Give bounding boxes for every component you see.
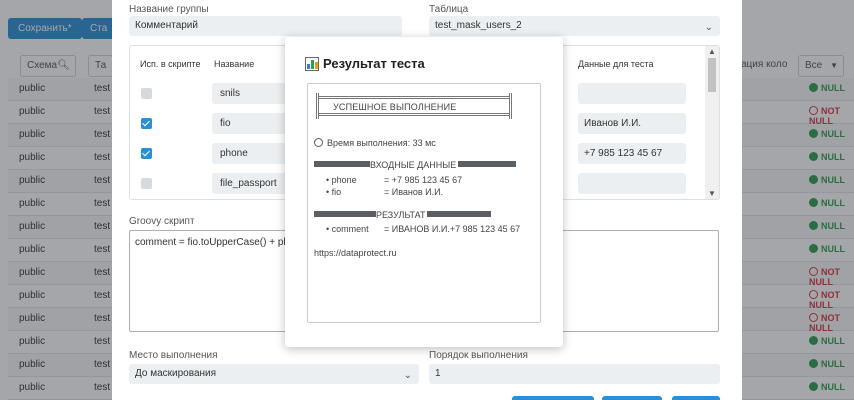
table-label: Таблица <box>429 4 469 15</box>
table-select-value: test_mask_users_2 <box>435 20 522 31</box>
use-in-script-checkbox[interactable] <box>141 118 152 129</box>
use-in-script-checkbox[interactable] <box>141 88 152 99</box>
exec-time-line: Время выполнения: 33 мс <box>314 138 436 148</box>
table-select[interactable]: test_mask_users_2 ⌄ <box>429 16 720 36</box>
exec-place-select[interactable]: До маскирования ⌄ <box>129 364 419 384</box>
exec-order-field[interactable]: 1 <box>429 364 720 384</box>
test-result-modal: Результат теста УСПЕШНОЕ ВЫПОЛНЕНИЕ Врем… <box>285 37 563 347</box>
input-key: • fio <box>326 187 342 197</box>
test-data-field[interactable]: Иванов И.И. <box>578 113 686 134</box>
stopwatch-icon <box>314 138 323 147</box>
bar-chart-icon <box>305 57 319 71</box>
result-output: УСПЕШНОЕ ВЫПОЛНЕНИЕ Время выполнения: 33… <box>307 83 541 323</box>
exec-time-text: Время выполнения: 33 мс <box>327 138 436 148</box>
test-data-field[interactable]: +7 985 123 45 67 <box>578 143 686 164</box>
modal-title: Результат теста <box>323 56 425 71</box>
col-header-name: Название <box>214 59 255 69</box>
input-key: • phone <box>326 175 357 185</box>
groovy-label: Groovy скрипт <box>129 216 195 227</box>
test-data-field[interactable] <box>578 173 686 194</box>
result-value: = ИВАНОВ И.И.+7 985 123 45 67 <box>384 224 521 234</box>
scrollbar-thumb[interactable] <box>708 58 716 92</box>
group-name-value: Комментарий <box>135 20 198 31</box>
input-value: = +7 985 123 45 67 <box>384 175 463 185</box>
col-header-use: Исп. в скрипте <box>140 59 201 69</box>
chevron-down-icon: ⌄ <box>704 22 713 33</box>
input-row: • phone = +7 985 123 45 67 <box>314 175 534 187</box>
exec-place-value: До маскирования <box>135 368 217 379</box>
result-link[interactable]: https://dataprotect.ru <box>314 248 397 258</box>
col-header-test-data: Данные для теста <box>578 59 654 69</box>
chevron-down-icon: ⌄ <box>403 370 412 381</box>
test-data-field[interactable] <box>578 83 686 104</box>
exec-place-label: Место выполнения <box>129 350 218 361</box>
success-text: УСПЕШНОЕ ВЫПОЛНЕНИЕ <box>333 102 457 112</box>
result-key: • comment <box>326 224 369 234</box>
save-dialog-button[interactable] <box>602 396 662 400</box>
use-in-script-checkbox[interactable] <box>141 148 152 159</box>
group-name-label: Название группы <box>129 4 209 15</box>
use-in-script-checkbox[interactable] <box>141 178 152 189</box>
input-value: = Иванов И.И. <box>384 187 444 197</box>
result-row: • comment = ИВАНОВ И.И.+7 985 123 45 67 <box>314 224 534 236</box>
group-name-field[interactable]: Комментарий <box>129 16 402 36</box>
scrollbar[interactable]: ▲ ▼ <box>705 46 719 199</box>
success-banner: УСПЕШНОЕ ВЫПОЛНЕНИЕ <box>316 93 512 119</box>
scroll-down-icon[interactable]: ▼ <box>708 189 716 198</box>
scroll-up-icon[interactable]: ▲ <box>708 47 716 56</box>
input-header: ВХОДНЫЕ ДАННЫЕ <box>370 160 457 170</box>
result-header: РЕЗУЛЬТАТ <box>376 210 426 220</box>
exec-order-value: 1 <box>435 368 441 379</box>
cancel-button[interactable] <box>672 396 720 400</box>
exec-order-label: Порядок выполнения <box>429 350 528 361</box>
test-button[interactable] <box>512 396 594 400</box>
result-header-line: РЕЗУЛЬТАТ <box>314 210 492 220</box>
input-row: • fio = Иванов И.И. <box>314 187 534 199</box>
input-header-line: ВХОДНЫЕ ДАННЫЕ <box>314 160 517 170</box>
groovy-code: comment = fio.toUpperCase() + phone <box>135 237 306 248</box>
